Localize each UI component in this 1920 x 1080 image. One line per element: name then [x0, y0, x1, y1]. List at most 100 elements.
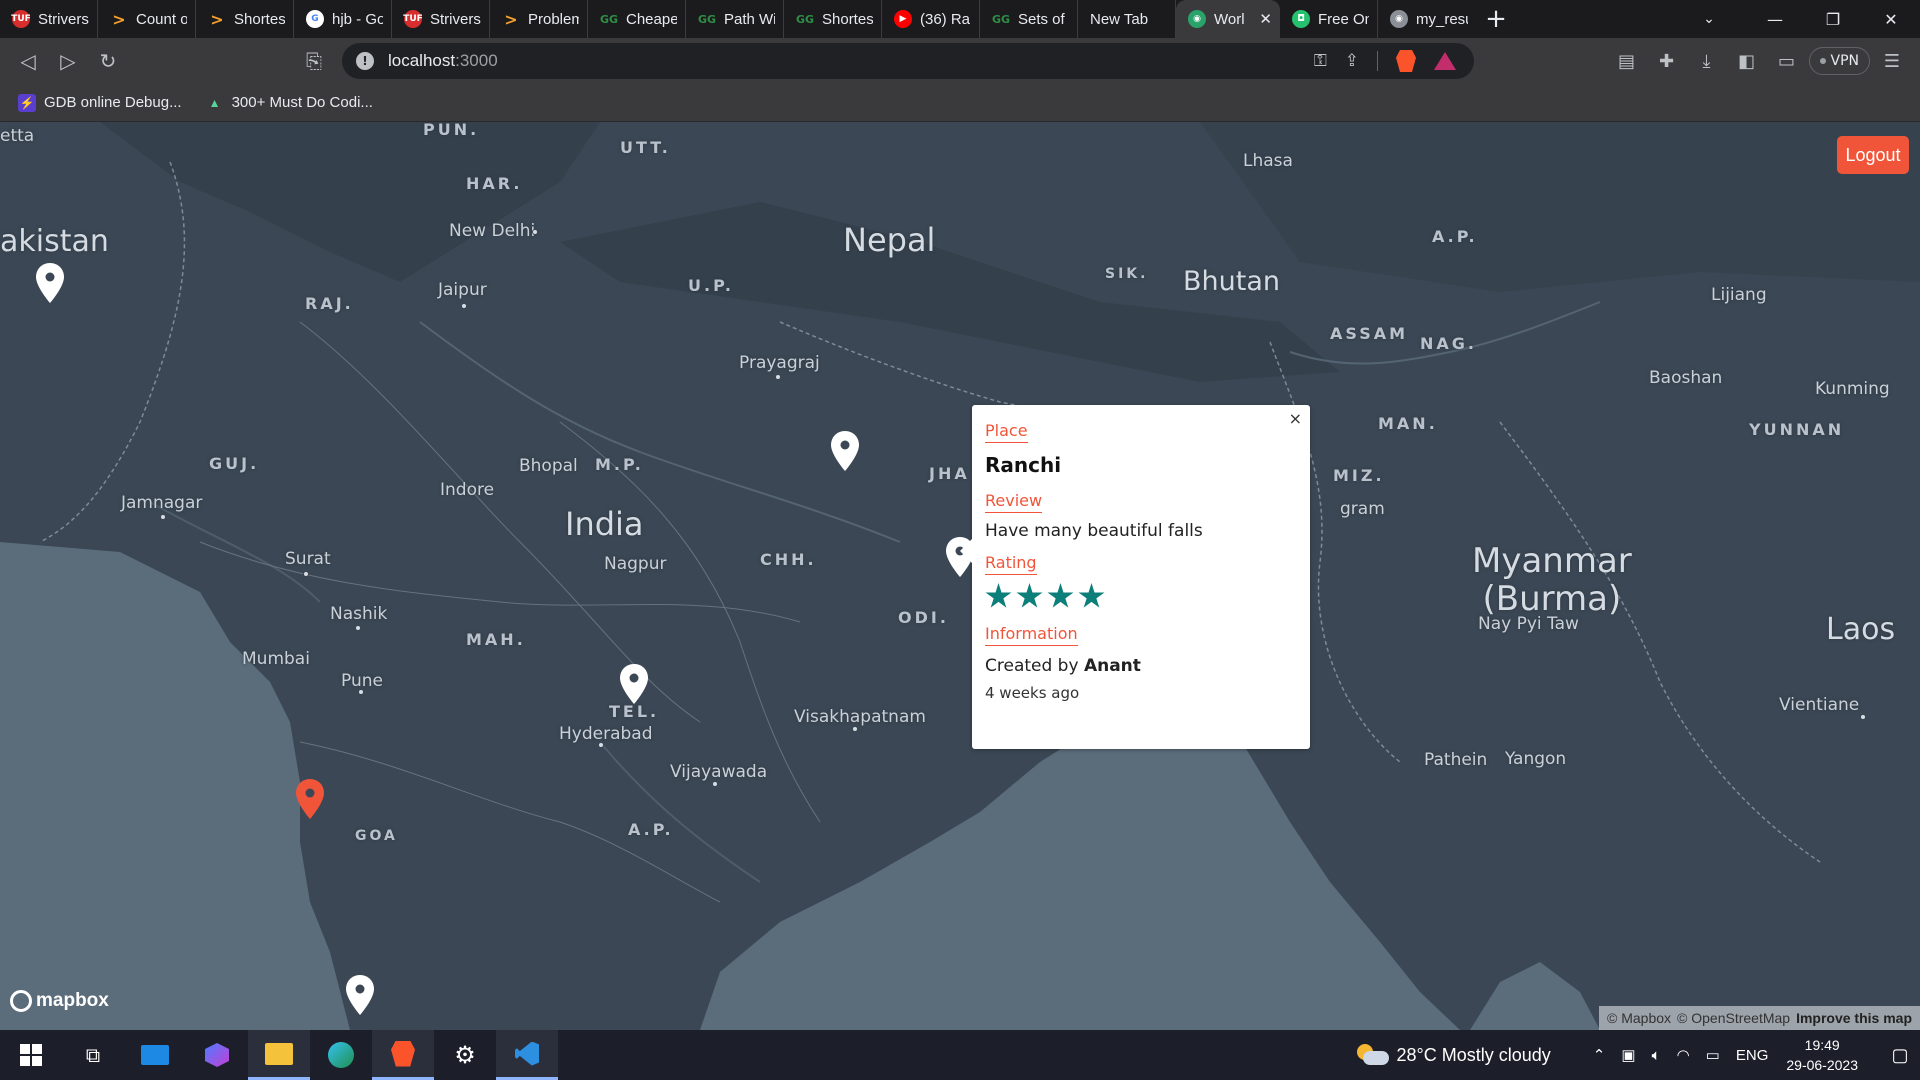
map-label-city: Hyderabad: [559, 724, 653, 744]
attribution-osm-link[interactable]: © OpenStreetMap: [1677, 1010, 1790, 1026]
mapbox-logo[interactable]: mapbox: [10, 990, 109, 1012]
browser-toolbar: ◁ ▷ ↻ ⎘ ! localhost:3000 ⚿ ⇪ ▤ ✚ ⤓ ◧ ▭ V…: [0, 38, 1920, 84]
clock[interactable]: 19:49 29-06-2023: [1786, 1035, 1858, 1075]
settings-icon[interactable]: ⚙: [434, 1030, 496, 1080]
windows-logo-icon: [20, 1044, 42, 1066]
edge-icon[interactable]: [310, 1030, 372, 1080]
notifications-icon[interactable]: ▢: [1880, 1045, 1920, 1066]
cloudy-weather-icon: [1356, 1044, 1389, 1066]
chat-icon: ◘: [1292, 10, 1310, 28]
map-pin-marker[interactable]: [830, 431, 860, 471]
tray-overflow-icon[interactable]: ⌃: [1593, 1046, 1606, 1064]
browser-tab[interactable]: ◉ my_resur: [1378, 0, 1476, 38]
tab-title: Problem:: [528, 10, 579, 28]
map-label-city: Jaipur: [438, 280, 487, 300]
close-window-button[interactable]: ✕: [1862, 0, 1920, 38]
downloads-icon[interactable]: ⤓: [1689, 41, 1725, 81]
forward-button[interactable]: ▷: [48, 41, 88, 81]
bookmark-item[interactable]: ▲ 300+ Must Do Codi...: [205, 93, 373, 112]
file-explorer-icon[interactable]: [248, 1030, 310, 1080]
map-label-city: etta: [0, 126, 35, 146]
browser-tab[interactable]: New Tab: [1078, 0, 1176, 38]
youtube-icon: ▶: [894, 10, 912, 28]
sidebar-icon[interactable]: ◧: [1729, 41, 1765, 81]
copilot-icon[interactable]: [186, 1030, 248, 1080]
map-canvas[interactable]: etta akistan PUN. UTT. HAR. New Delhi Lh…: [0, 122, 1920, 1030]
map-pin-marker-active[interactable]: [295, 779, 325, 819]
map-label-country: Nepal: [843, 221, 936, 259]
tab-title: Strivers A: [430, 10, 481, 28]
share-icon[interactable]: ⇪: [1345, 51, 1359, 71]
bookmark-icon[interactable]: ⎘: [294, 41, 334, 81]
close-tab-icon[interactable]: ✕: [1259, 10, 1272, 28]
browser-tab[interactable]: TUF Strivers A: [392, 0, 490, 38]
mountain-icon: ▲: [205, 93, 224, 112]
globe-icon: ◉: [1188, 10, 1206, 28]
wallet-icon[interactable]: ▭: [1769, 41, 1805, 81]
mail-icon[interactable]: [124, 1030, 186, 1080]
map-pin-marker[interactable]: [345, 975, 375, 1015]
map-label-city: Baoshan: [1649, 368, 1723, 388]
menu-icon[interactable]: ☰: [1874, 41, 1910, 81]
vpn-button[interactable]: VPN: [1808, 47, 1870, 75]
brave-browser-icon[interactable]: [372, 1030, 434, 1080]
bookmark-label: 300+ Must Do Codi...: [231, 94, 373, 111]
weather-widget[interactable]: 28°C Mostly cloudy: [1356, 1044, 1551, 1066]
browser-tab[interactable]: GG Cheapest: [588, 0, 686, 38]
map-pin-marker[interactable]: [35, 263, 65, 303]
reload-button[interactable]: ↻: [88, 41, 128, 81]
browser-tab[interactable]: ◉ Worl ✕: [1176, 0, 1280, 38]
map-label-city: Mumbai: [242, 649, 310, 669]
restore-button[interactable]: ❐: [1804, 0, 1862, 38]
map-label-country: Bhutan: [1183, 266, 1280, 297]
browser-tab[interactable]: > Problem:: [490, 0, 588, 38]
brave-rewards-icon[interactable]: [1434, 52, 1456, 70]
improve-map-link[interactable]: Improve this map: [1796, 1010, 1912, 1026]
site-info-icon[interactable]: !: [356, 52, 374, 70]
browser-tab[interactable]: GG Path With: [686, 0, 784, 38]
bookmarks-bar: ⚡ GDB online Debug... ▲ 300+ Must Do Codi..…: [0, 84, 1920, 122]
start-button[interactable]: [0, 1030, 62, 1080]
tab-list: TUF Strivers A > Count of > Shortest Ghjb - Go…: [0, 0, 1476, 38]
network-adapter-icon[interactable]: ▣: [1621, 1046, 1635, 1064]
browser-tab[interactable]: ▶ (36) Ram: [882, 0, 980, 38]
wifi-icon[interactable]: ◠: [1677, 1046, 1690, 1064]
browser-tab[interactable]: > Shortest: [196, 0, 294, 38]
browser-tab[interactable]: GG Sets of p: [980, 0, 1078, 38]
browser-tab[interactable]: TUF Strivers A: [0, 0, 98, 38]
map-label-state: HAR.: [466, 174, 523, 193]
map-label-city: Pune: [341, 671, 383, 691]
map-label-state: A.P.: [628, 820, 674, 839]
logout-button[interactable]: Logout: [1837, 136, 1909, 174]
gfg-icon: GG: [697, 12, 717, 26]
browser-tab[interactable]: ◘ Free Onli: [1280, 0, 1378, 38]
tab-search-icon[interactable]: ⌄: [1686, 0, 1732, 38]
volume-icon[interactable]: 🔈︎: [1652, 1047, 1661, 1064]
popup-close-button[interactable]: ×: [1289, 409, 1302, 428]
review-label: Review: [985, 491, 1043, 513]
battery-icon[interactable]: ▭: [1706, 1046, 1720, 1064]
reader-mode-icon[interactable]: ▤: [1609, 41, 1645, 81]
vscode-icon[interactable]: [496, 1030, 558, 1080]
brave-shields-icon[interactable]: [1396, 50, 1416, 72]
bookmark-item[interactable]: ⚡ GDB online Debug...: [18, 93, 182, 112]
tab-title: Sets of p: [1018, 10, 1069, 28]
browser-tab[interactable]: > Count of: [98, 0, 196, 38]
extensions-icon[interactable]: ✚: [1649, 41, 1685, 81]
back-button[interactable]: ◁: [8, 41, 48, 81]
attribution-mapbox-link[interactable]: © Mapbox: [1607, 1010, 1671, 1026]
new-tab-button[interactable]: +: [1476, 0, 1516, 38]
key-icon[interactable]: ⚿: [1314, 51, 1327, 71]
browser-tab[interactable]: GG Shortest: [784, 0, 882, 38]
language-indicator[interactable]: ENG: [1736, 1047, 1769, 1064]
map-pin-marker[interactable]: [619, 664, 649, 704]
task-view-icon[interactable]: ⧉: [62, 1030, 124, 1080]
clock-date: 29-06-2023: [1786, 1057, 1858, 1073]
address-bar[interactable]: ! localhost:3000 ⚿ ⇪: [342, 43, 1474, 79]
weather-text: 28°C Mostly cloudy: [1396, 1044, 1551, 1065]
tab-title: hjb - Goo: [332, 10, 383, 28]
created-by-prefix: Created by: [985, 656, 1079, 676]
browser-tab[interactable]: Ghjb - Goo: [294, 0, 392, 38]
codestudio-icon: >: [504, 9, 518, 29]
minimize-button[interactable]: —: [1746, 0, 1804, 38]
